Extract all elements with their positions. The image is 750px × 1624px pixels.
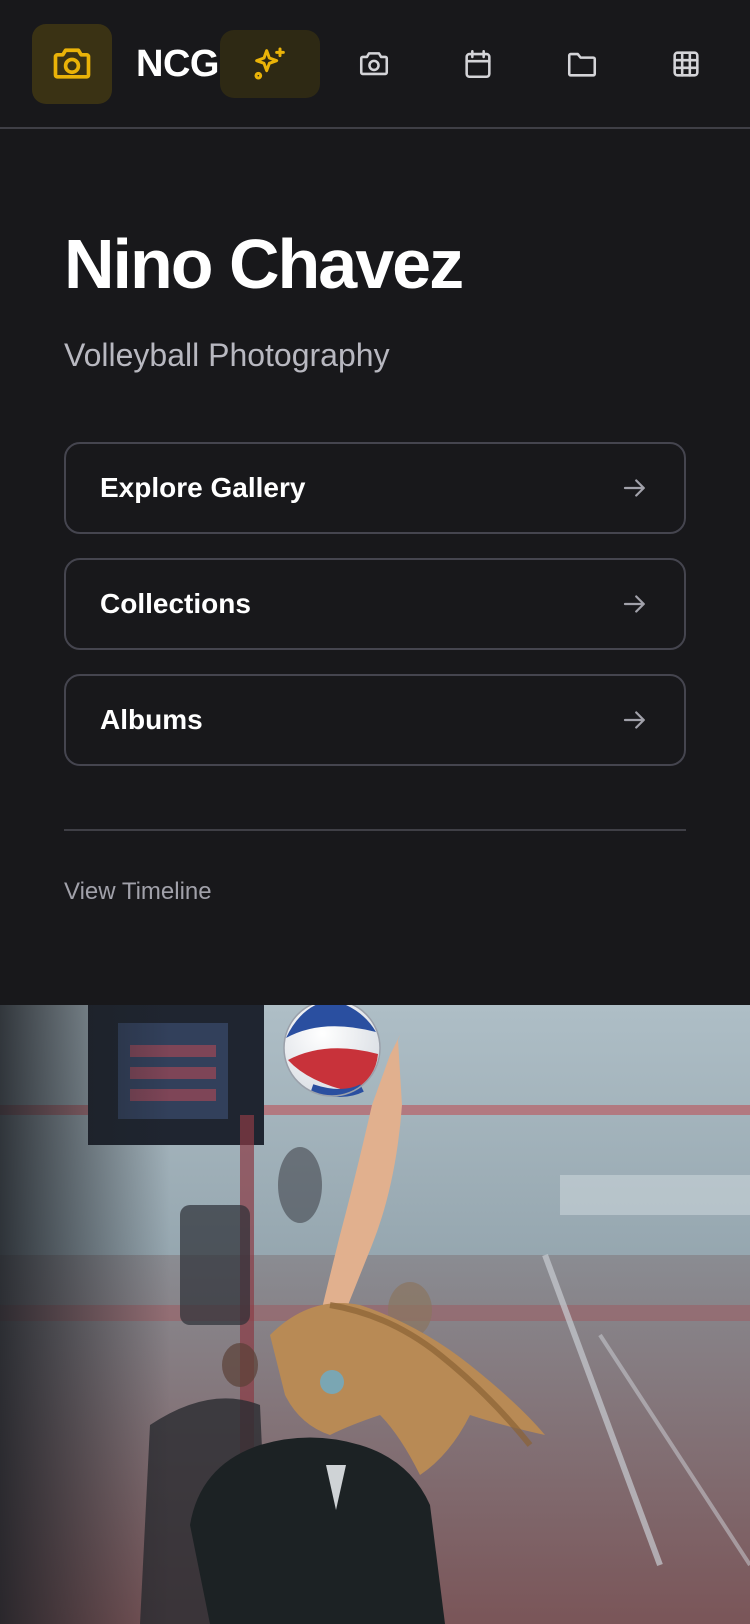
view-timeline-link[interactable]: View Timeline bbox=[64, 876, 212, 908]
nav-grid[interactable] bbox=[636, 30, 736, 98]
folder-icon bbox=[567, 52, 597, 77]
page-subtitle: Volleyball Photography bbox=[64, 337, 390, 373]
collections-button[interactable]: Collections bbox=[64, 558, 686, 650]
page-title: Nino Chavez bbox=[64, 225, 464, 303]
albums-label: Albums bbox=[100, 704, 203, 735]
camera-icon bbox=[359, 52, 389, 76]
divider bbox=[64, 829, 686, 831]
hero-photo[interactable] bbox=[0, 1005, 750, 1624]
arrow-right-icon bbox=[623, 479, 645, 497]
calendar-icon bbox=[465, 49, 491, 79]
logo-button[interactable] bbox=[32, 24, 112, 104]
arrow-right-icon bbox=[623, 711, 645, 729]
camera-icon bbox=[53, 48, 91, 79]
top-nav: NCG bbox=[0, 0, 750, 129]
nav-albums[interactable] bbox=[532, 30, 632, 98]
nav-timeline[interactable] bbox=[428, 30, 528, 98]
grid-icon bbox=[673, 51, 699, 77]
explore-gallery-button[interactable]: Explore Gallery bbox=[64, 442, 686, 534]
sparkles-icon bbox=[254, 47, 285, 80]
albums-button[interactable]: Albums bbox=[64, 674, 686, 766]
explore-gallery-label: Explore Gallery bbox=[100, 472, 306, 503]
brand-name[interactable]: NCG bbox=[136, 40, 219, 88]
page: NCG Nino Chavez Volleyball Photography E… bbox=[0, 0, 750, 1624]
nav-highlights[interactable] bbox=[220, 30, 320, 98]
collections-label: Collections bbox=[100, 588, 251, 619]
nav-photos[interactable] bbox=[324, 30, 424, 98]
arrow-right-icon bbox=[623, 595, 645, 613]
volleyball-photo-illustration bbox=[0, 1005, 750, 1624]
